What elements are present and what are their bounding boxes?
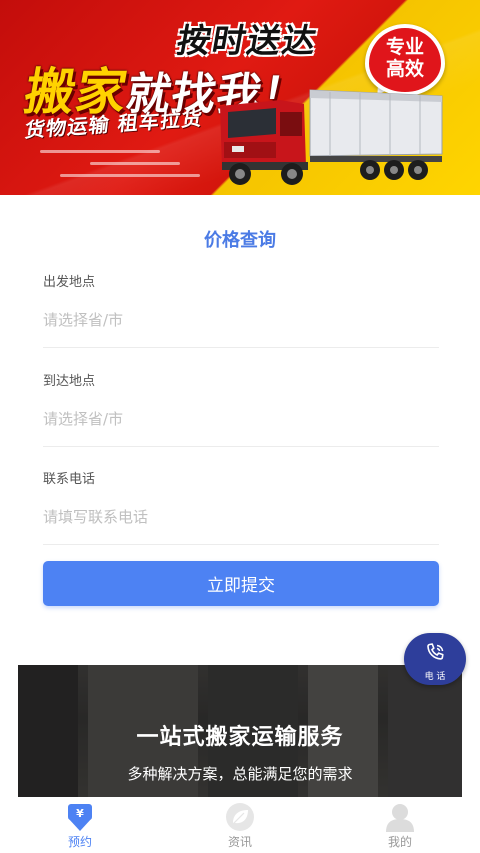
truck-image — [220, 89, 443, 185]
phone-call-button[interactable]: 电 话 — [404, 633, 466, 685]
arrival-label: 到达地点 — [43, 374, 96, 389]
tab-news[interactable]: 资讯 — [180, 797, 300, 853]
phone-icon — [427, 643, 444, 660]
speed-line — [60, 174, 200, 177]
calendar-download-icon: ¥ — [68, 804, 92, 831]
leaf-icon — [226, 803, 254, 831]
phone-call-label: 电 话 — [424, 672, 446, 682]
divider — [43, 446, 439, 447]
tab-booking-label: 预约 — [67, 835, 92, 849]
tab-profile[interactable]: 我的 — [340, 797, 460, 853]
speed-line — [40, 150, 160, 153]
submit-button[interactable]: 立即提交 — [43, 561, 439, 606]
form-title: 价格查询 — [204, 230, 276, 251]
tab-news-label: 资讯 — [227, 835, 252, 849]
user-icon — [386, 804, 414, 832]
badge-line-2: 高效 — [385, 58, 424, 80]
divider — [43, 347, 439, 348]
departure-input[interactable] — [43, 300, 439, 340]
departure-label: 出发地点 — [43, 275, 96, 290]
tab-booking[interactable]: ¥ 预约 — [20, 797, 140, 853]
phone-input[interactable] — [43, 497, 439, 537]
divider — [43, 544, 439, 545]
badge-line-1: 专业 — [385, 36, 424, 58]
promo-title: 一站式搬家运输服务 — [136, 725, 344, 750]
speed-line — [90, 162, 180, 165]
hero-banner: 按时送达 搬家就找我！ 货物运输 租车拉货 专业 高效 — [0, 0, 480, 195]
phone-label: 联系电话 — [43, 472, 96, 487]
bottom-tab-bar: ¥ 预约 资讯 我的 — [0, 797, 480, 853]
tab-profile-label: 我的 — [387, 835, 412, 849]
promo-subtitle: 多种解决方案，总能满足您的需求 — [127, 765, 353, 783]
arrival-input[interactable] — [43, 399, 439, 439]
promo-banner[interactable]: 一站式搬家运输服务 多种解决方案，总能满足您的需求 — [18, 665, 462, 797]
svg-text:¥: ¥ — [76, 807, 84, 820]
